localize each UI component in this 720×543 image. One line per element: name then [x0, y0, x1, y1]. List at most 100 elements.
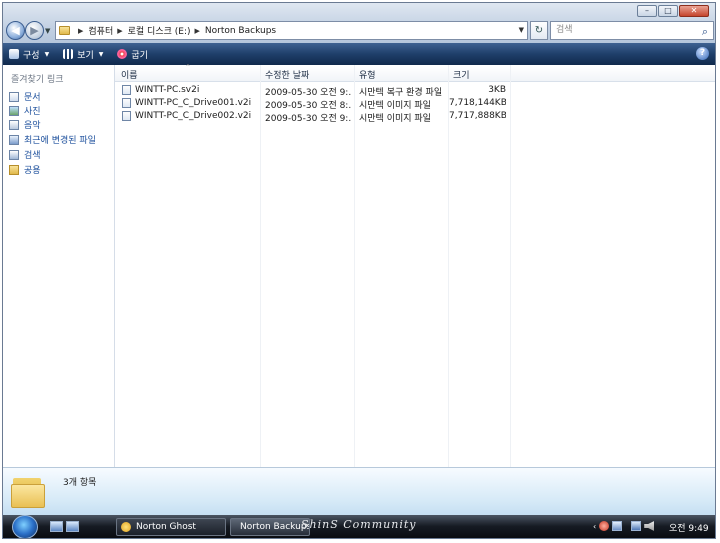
task-label: Norton Backups [240, 522, 310, 532]
file-name: WINTT-PC_C_Drive002.v2i [135, 111, 252, 121]
security-alert-icon[interactable] [599, 521, 610, 531]
help-icon[interactable]: ? [696, 47, 709, 60]
burn-disc-icon [117, 49, 128, 59]
breadcrumb-norton-backups[interactable]: Norton Backups [205, 26, 276, 36]
search-input[interactable]: 검색 ⌕ [550, 21, 714, 40]
sort-ascending-icon: ⌃ [185, 63, 191, 71]
column-header-name[interactable]: 이름 [121, 68, 138, 81]
breadcrumb-computer[interactable]: 컴퓨터 [88, 24, 113, 37]
address-dropdown-icon[interactable]: ▼ [519, 26, 524, 34]
table-row[interactable]: WINTT-PC_C_Drive001.v2i 2009-05-30 오전 8:… [115, 97, 715, 111]
network-icon[interactable] [631, 521, 642, 531]
file-size: 3KB [488, 85, 506, 95]
search-icon[interactable]: ⌕ [702, 23, 708, 40]
task-label: Norton Ghost [136, 522, 196, 532]
file-icon [122, 98, 131, 108]
norton-tray-icon[interactable] [612, 521, 623, 531]
nav-item-label: 검색 [24, 151, 41, 161]
nav-item-pictures[interactable]: 사진 [9, 104, 41, 117]
document-icon [9, 91, 19, 102]
task-norton-ghost[interactable]: Norton Ghost [116, 518, 226, 536]
chevron-down-icon: ▼ [44, 50, 50, 58]
breadcrumb: ▶ 컴퓨터 ▶ 로컬 디스크 (E:) ▶ Norton Backups [74, 24, 276, 38]
norton-ghost-icon [121, 522, 131, 532]
column-header-date[interactable]: 수정한 날짜 [265, 68, 309, 81]
column-divider [448, 65, 449, 467]
column-header-type[interactable]: 유형 [359, 68, 376, 81]
forward-button[interactable]: ▶ [25, 21, 44, 40]
search-folder-icon [9, 149, 19, 160]
favorite-links-heading: 즐겨찾기 링크 [11, 75, 64, 85]
chevron-right-icon[interactable]: ▶ [117, 27, 122, 35]
recent-pages-dropdown[interactable]: ▼ [45, 27, 50, 35]
chevron-right-icon[interactable]: ▶ [195, 27, 200, 35]
recent-icon [9, 134, 19, 145]
item-count: 3개 항목 [63, 478, 97, 488]
address-bar[interactable]: ▶ 컴퓨터 ▶ 로컬 디스크 (E:) ▶ Norton Backups ▼ [55, 21, 528, 40]
burn-label: 굽기 [131, 50, 148, 61]
chevron-down-icon: ▼ [98, 50, 104, 58]
burn-button[interactable]: 굽기 [117, 48, 148, 61]
nav-item-label: 공용 [24, 166, 41, 176]
file-icon [122, 85, 131, 95]
views-icon [63, 49, 74, 59]
file-type: 시만텍 이미지 파일 [359, 114, 431, 124]
file-icon [122, 111, 131, 121]
nav-item-public[interactable]: 공용 [9, 163, 41, 176]
close-button[interactable]: ✕ [679, 5, 709, 17]
tray-expand-icon[interactable]: ‹ [593, 522, 596, 531]
column-divider [260, 65, 261, 467]
back-button[interactable]: ◀ [6, 21, 25, 40]
folder-icon [59, 26, 70, 35]
window-controls: – □ ✕ [637, 5, 709, 17]
nav-item-label: 사진 [24, 107, 41, 117]
taskbar: Norton Ghost Norton Backups ShinS Commun… [3, 515, 715, 538]
file-list: ⌃ 이름 수정한 날짜 유형 크기 WINTT-PC.sv2i 2009-05-… [115, 63, 715, 467]
back-arrow-icon: ◀ [11, 24, 20, 37]
volume-icon[interactable] [644, 521, 655, 531]
pictures-icon [9, 105, 19, 116]
column-header-size[interactable]: 크기 [453, 68, 470, 81]
clock[interactable]: 오전 9:49 [669, 521, 709, 534]
forward-arrow-icon: ▶ [30, 24, 39, 37]
file-name: WINTT-PC_C_Drive001.v2i [135, 98, 252, 108]
show-desktop-icon[interactable] [50, 521, 63, 532]
refresh-icon: ↻ [534, 25, 544, 36]
organize-icon [9, 49, 19, 59]
table-row[interactable]: WINTT-PC_C_Drive002.v2i 2009-05-30 오전 9:… [115, 110, 715, 124]
search-placeholder: 검색 [556, 25, 573, 35]
command-bar: 구성 ▼ 보기 ▼ 굽기 ? [3, 43, 715, 65]
chevron-right-icon[interactable]: ▶ [78, 27, 83, 35]
column-divider [354, 65, 355, 467]
file-size: 7,717,888KB [449, 111, 506, 121]
nav-item-music[interactable]: 음악 [9, 118, 41, 131]
start-button[interactable] [12, 515, 38, 538]
maximize-button[interactable]: □ [658, 5, 678, 17]
table-row[interactable]: WINTT-PC.sv2i 2009-05-30 오전 9:... 시만텍 복구… [115, 84, 715, 98]
file-name: WINTT-PC.sv2i [135, 85, 200, 95]
folder-icon [9, 164, 19, 175]
nav-item-label: 문서 [24, 93, 41, 103]
nav-item-recent[interactable]: 최근에 변경된 파일 [9, 133, 96, 146]
minimize-button[interactable]: – [637, 5, 657, 17]
music-icon [9, 119, 19, 130]
title-bar: – □ ✕ ◀ ▶ ▼ ▶ 컴퓨터 ▶ 로컬 디스크 (E:) ▶ Norton… [3, 3, 715, 43]
nav-item-label: 최근에 변경된 파일 [24, 136, 96, 146]
column-divider [510, 65, 511, 467]
nav-item-search[interactable]: 검색 [9, 148, 41, 161]
switch-windows-icon[interactable] [66, 521, 79, 532]
column-headers: ⌃ 이름 수정한 날짜 유형 크기 [115, 63, 715, 82]
organize-button[interactable]: 구성 ▼ [9, 48, 49, 61]
folder-large-icon [11, 474, 45, 508]
task-norton-backups[interactable]: Norton Backups [230, 518, 310, 536]
views-button[interactable]: 보기 ▼ [63, 48, 103, 61]
breadcrumb-local-disk[interactable]: 로컬 디스크 (E:) [128, 24, 191, 37]
nav-item-documents[interactable]: 문서 [9, 90, 41, 103]
organize-label: 구성 [23, 50, 40, 61]
system-tray: ‹ [593, 521, 655, 531]
explorer-window: – □ ✕ ◀ ▶ ▼ ▶ 컴퓨터 ▶ 로컬 디스크 (E:) ▶ Norton… [2, 2, 716, 539]
refresh-button[interactable]: ↻ [530, 21, 548, 40]
nav-item-label: 음악 [24, 121, 41, 131]
file-size: 7,718,144KB [449, 98, 506, 108]
file-date: 2009-05-30 오전 9:... [265, 114, 351, 124]
